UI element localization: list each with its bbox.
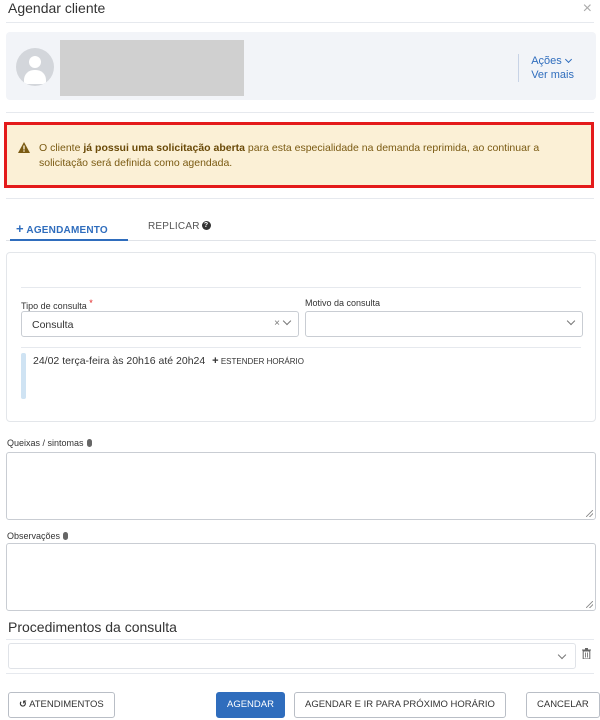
divider [6, 198, 594, 199]
queixas-textarea[interactable] [6, 452, 596, 520]
avatar [16, 48, 54, 86]
divider [6, 22, 594, 23]
appointment-form-panel: Tipo de consulta * Consulta × Motivo da … [6, 252, 596, 422]
agendar-button[interactable]: AGENDAR [216, 692, 285, 718]
microphone-icon[interactable] [63, 532, 69, 540]
trash-icon[interactable] [582, 648, 591, 659]
tipo-consulta-select[interactable]: Consulta × [21, 311, 299, 337]
divider [21, 347, 581, 348]
chevron-down-icon [564, 55, 572, 64]
queixas-label: Queixas / sintomas [7, 438, 92, 448]
resize-handle[interactable] [586, 601, 593, 608]
schedule-client-modal: Agendar cliente × Ações Ver mais O clien… [0, 0, 600, 720]
warning-icon [18, 142, 30, 153]
see-more-link[interactable]: Ver mais [531, 68, 574, 82]
history-icon: ↺ [19, 699, 27, 710]
clear-icon[interactable]: × [274, 318, 280, 329]
chevron-down-icon [566, 316, 576, 326]
required-marker: * [89, 298, 93, 308]
plus-icon: + [16, 221, 24, 236]
time-slot-bar [21, 353, 26, 399]
client-name-redacted [60, 40, 244, 96]
motivo-consulta-select[interactable] [305, 311, 583, 337]
divider [6, 673, 594, 674]
extend-time-button[interactable]: + ESTENDER HORÁRIO [212, 355, 304, 367]
client-actions: Ações Ver mais [518, 54, 574, 82]
tab-bar: + AGENDAMENTO REPLICAR? [6, 213, 596, 241]
observacoes-label: Observações [7, 531, 69, 541]
chevron-down-icon [557, 650, 567, 660]
tipo-consulta-value: Consulta [32, 319, 74, 331]
tab-agendamento[interactable]: + AGENDAMENTO [16, 221, 108, 236]
open-request-alert: O cliente já possui uma solicitação aber… [7, 125, 591, 185]
microphone-icon[interactable] [86, 439, 92, 447]
actions-dropdown[interactable]: Ações [531, 54, 574, 68]
alert-text-start: O cliente [39, 142, 84, 154]
time-slot: 24/02 terça-feira às 20h16 até 20h24 + E… [33, 355, 304, 367]
divider [21, 287, 581, 288]
divider [6, 639, 594, 640]
cancelar-button[interactable]: CANCELAR [526, 692, 600, 718]
agendar-proximo-button[interactable]: AGENDAR E IR PARA PRÓXIMO HORÁRIO [294, 692, 506, 718]
close-icon[interactable]: × [583, 0, 592, 18]
chevron-down-icon [282, 316, 292, 326]
procedimento-select[interactable] [8, 643, 576, 669]
tipo-consulta-label: Tipo de consulta * [21, 298, 93, 311]
procedimentos-title: Procedimentos da consulta [8, 619, 177, 635]
help-icon[interactable]: ? [201, 221, 211, 230]
motivo-consulta-label: Motivo da consulta [305, 298, 381, 308]
resize-handle[interactable] [586, 510, 593, 517]
atendimentos-button[interactable]: ↺ ATENDIMENTOS [8, 692, 115, 718]
divider [6, 112, 594, 113]
time-slot-text: 24/02 terça-feira às 20h16 até 20h24 [33, 355, 206, 367]
plus-icon: + [212, 355, 219, 367]
active-tab-indicator [10, 239, 128, 241]
alert-text-bold: já possui uma solicitação aberta [83, 142, 246, 154]
client-card: Ações Ver mais [6, 32, 596, 100]
observacoes-textarea[interactable] [6, 543, 596, 611]
tab-replicar[interactable]: REPLICAR? [148, 221, 211, 232]
modal-title: Agendar cliente [8, 0, 106, 16]
